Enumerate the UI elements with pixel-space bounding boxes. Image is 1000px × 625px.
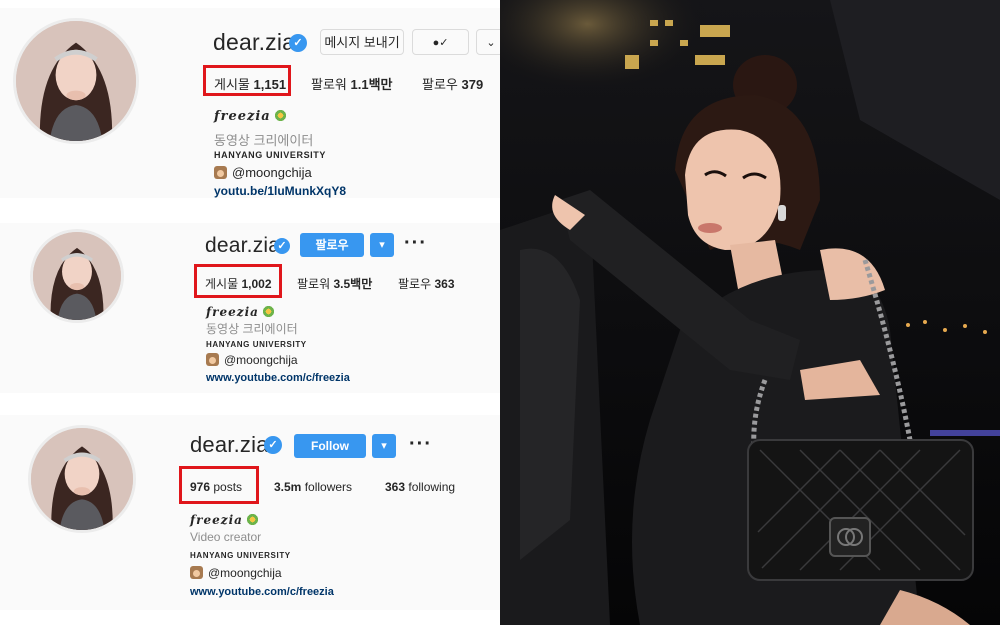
following-count[interactable]: 팔로우 363 [398, 275, 455, 292]
highlight-box [194, 264, 282, 298]
flower-icon [273, 109, 287, 122]
bio-category: Video creator [190, 530, 262, 544]
bio-university: HANYANG UNIVERSITY [206, 340, 307, 349]
bio-name: freezia [206, 305, 275, 319]
following-count[interactable]: 363 following [385, 480, 455, 494]
bio-handle[interactable]: @moongchija [190, 566, 282, 580]
bio-link[interactable]: www.youtube.com/c/freezia [206, 372, 350, 384]
username: dear.zia [205, 234, 281, 257]
portrait-illustration [500, 0, 1000, 625]
verified-badge-icon: ✓ [289, 34, 307, 52]
highlight-box [203, 65, 291, 96]
followers-count[interactable]: 팔로워 3.5백만 [297, 275, 372, 292]
followers-count[interactable]: 3.5m followers [274, 480, 352, 494]
bio-link[interactable]: youtu.be/1luMunkXqY8 [214, 184, 346, 198]
profile-avatar[interactable] [30, 229, 124, 323]
followers-count[interactable]: 팔로워 1.1백만 [311, 74, 393, 93]
bio-category: 동영상 크리에이터 [206, 322, 298, 336]
bio-category: 동영상 크리에이터 [214, 133, 314, 148]
face-icon [206, 353, 219, 366]
profile-avatar[interactable] [13, 18, 139, 144]
profile-header-3: dear.zia ✓ Follow ▾ ··· 976 posts 3.5m f… [0, 415, 500, 610]
flower-icon [245, 513, 259, 526]
following-button[interactable]: ●✓ [412, 29, 469, 55]
bio-name: freezia [190, 513, 259, 527]
username: dear.zia [213, 29, 296, 55]
follow-button[interactable]: Follow [294, 434, 366, 458]
message-button[interactable]: 메시지 보내기 [320, 29, 404, 55]
face-icon [190, 566, 203, 579]
bio-university: HANYANG UNIVERSITY [214, 150, 326, 160]
profile-avatar[interactable] [28, 425, 136, 533]
follow-button[interactable]: 팔로우 [300, 233, 364, 257]
screenshots-column: dear.zia ✓ 메시지 보내기 ●✓ ⌄ 게시물 1,151 팔로워 1.… [0, 0, 500, 625]
profile-header-1: dear.zia ✓ 메시지 보내기 ●✓ ⌄ 게시물 1,151 팔로워 1.… [0, 8, 500, 198]
username: dear.zia [190, 432, 269, 457]
following-count[interactable]: 팔로우 379 [422, 74, 483, 93]
highlight-box [179, 466, 259, 504]
bio-handle[interactable]: @moongchija [214, 165, 312, 180]
chevron-down-icon: ⌄ [486, 37, 496, 49]
car-portrait-photo [500, 0, 1000, 625]
bio-university: HANYANG UNIVERSITY [190, 551, 291, 560]
verified-badge-icon: ✓ [274, 238, 290, 254]
chevron-down-icon[interactable]: ▾ [372, 434, 396, 458]
bio-handle[interactable]: @moongchija [206, 353, 298, 367]
more-dots-icon[interactable]: ··· [404, 233, 427, 253]
face-icon [214, 166, 227, 179]
flower-icon [261, 305, 275, 318]
verified-badge-icon: ✓ [264, 436, 282, 454]
person-check-icon: ●✓ [432, 37, 449, 49]
profile-header-2: dear.zia ✓ 팔로우 ▾ ··· 게시물 1,002 팔로워 3.5백만… [0, 223, 500, 393]
bio-name: freezia [214, 109, 287, 124]
more-dots-icon[interactable]: ··· [409, 434, 432, 454]
chevron-down-icon[interactable]: ▾ [370, 233, 394, 257]
bio-link[interactable]: www.youtube.com/c/freezia [190, 586, 334, 598]
dropdown-button[interactable]: ⌄ [476, 29, 500, 55]
